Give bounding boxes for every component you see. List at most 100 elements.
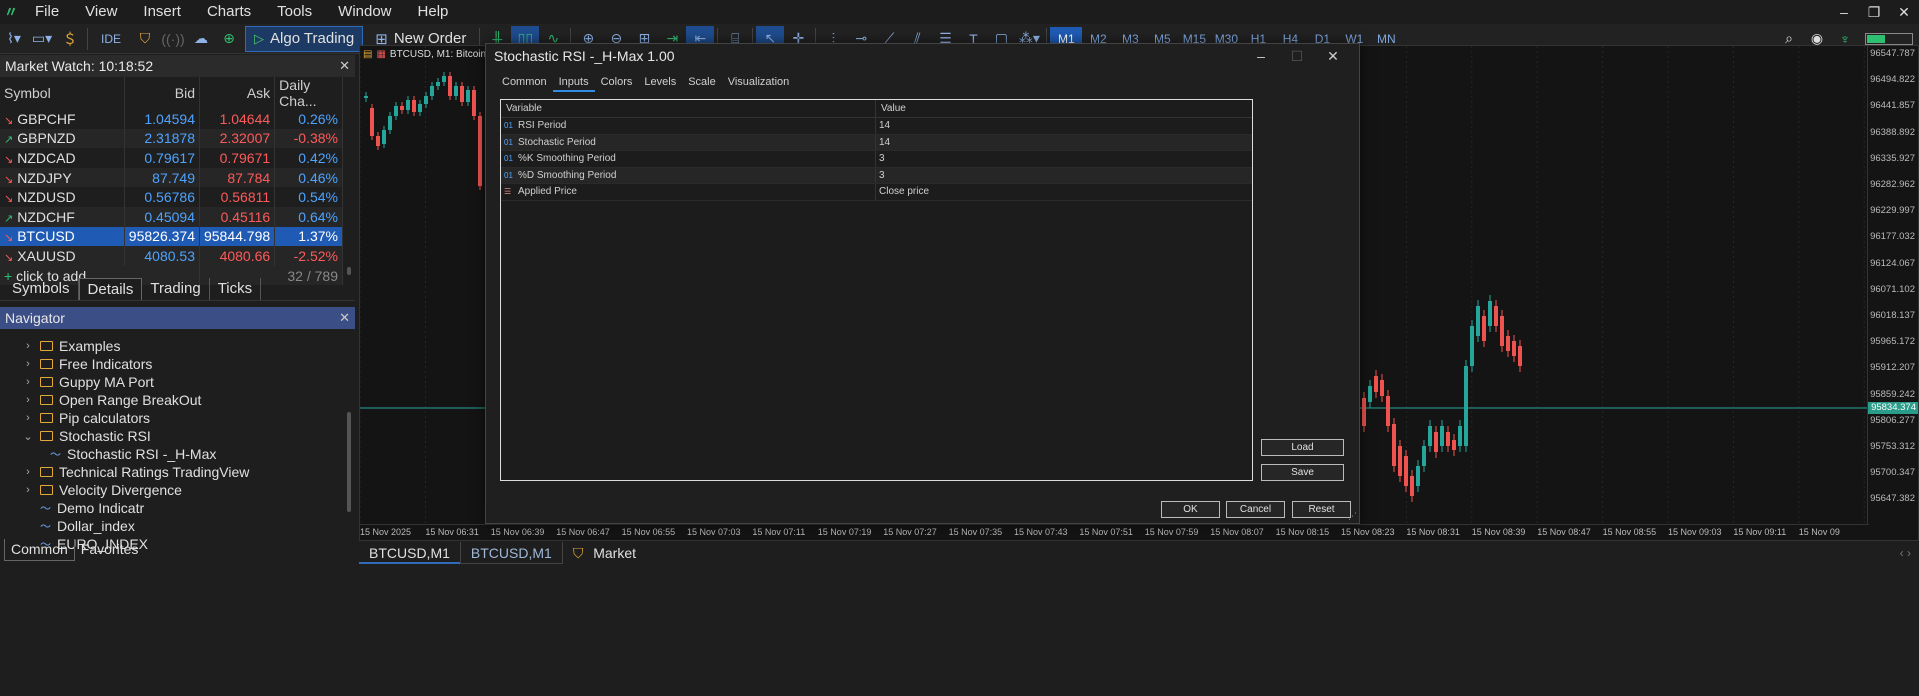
resize-grip-icon[interactable]: ⋰: [1348, 511, 1357, 522]
menu-charts[interactable]: Charts: [194, 0, 264, 24]
table-row[interactable]: ↘ NZDJPY 87.749 87.784 0.46%: [0, 167, 343, 188]
tab-details[interactable]: Details: [78, 278, 143, 300]
menu-view[interactable]: View: [72, 0, 130, 24]
chart-menu-icon[interactable]: ▤: [363, 49, 372, 60]
close-icon[interactable]: ✕: [1889, 0, 1919, 24]
menu-help[interactable]: Help: [405, 0, 462, 24]
navigator-item[interactable]: 〜 Dollar_index: [0, 517, 355, 535]
chart-tab-inactive[interactable]: BTCUSD,M1: [459, 542, 563, 564]
navigator-item[interactable]: 〜 Stochastic RSI -_H-Max: [0, 445, 355, 463]
close-icon[interactable]: ✕: [1315, 48, 1351, 65]
connection-status[interactable]: [1865, 32, 1913, 45]
chart-templates-icon[interactable]: ▭▾: [28, 26, 56, 52]
ok-button[interactable]: OK: [1161, 501, 1220, 518]
tab-trading[interactable]: Trading: [142, 278, 210, 300]
vps-icon[interactable]: ⊕: [215, 26, 243, 52]
time-tick-label: 15 Nov 09: [1798, 527, 1840, 537]
chevron-right-icon[interactable]: ›: [22, 358, 34, 370]
dialog-tab-common[interactable]: Common: [496, 74, 553, 92]
chevron-right-icon[interactable]: ›: [22, 340, 34, 352]
chevron-right-icon[interactable]: ›: [22, 394, 34, 406]
chevron-down-icon[interactable]: ⌄: [22, 430, 34, 443]
table-row[interactable]: ↘ GBPCHF 1.04594 1.04644 0.26%: [0, 109, 343, 129]
market-watch-scrollbar[interactable]: [347, 267, 351, 275]
time-tick-label: 15 Nov 09:11: [1733, 527, 1787, 537]
candle-body: [1506, 336, 1510, 351]
table-row[interactable]: ↘ NZDCAD 0.79617 0.79671 0.42%: [0, 148, 343, 168]
menu-file[interactable]: File: [22, 0, 72, 24]
price-axis[interactable]: 96547.787 96494.822 96441.857 96388.892 9633…: [1867, 46, 1918, 526]
tab-common[interactable]: Common: [4, 539, 75, 561]
param-value[interactable]: 14: [876, 135, 1252, 151]
chart-type-icon[interactable]: ⌇▾: [0, 26, 28, 52]
param-value[interactable]: 3: [876, 151, 1252, 167]
navigator-item[interactable]: › Free Indicators: [0, 355, 355, 373]
table-row[interactable]: ↗ NZDCHF 0.45094 0.45116 0.64%: [0, 206, 343, 227]
reset-button[interactable]: Reset: [1292, 501, 1351, 518]
ide-button[interactable]: IDE: [93, 26, 129, 52]
navigator-scrollbar[interactable]: [347, 412, 351, 512]
navigator-item[interactable]: › Guppy MA Port: [0, 373, 355, 391]
column-symbol[interactable]: Symbol: [0, 77, 125, 109]
param-row[interactable]: 01 %K Smoothing Period 3: [501, 151, 1252, 168]
chart-tab-active[interactable]: BTCUSD,M1: [359, 542, 460, 564]
navigator-item[interactable]: › Technical Ratings TradingView: [0, 463, 355, 481]
load-button[interactable]: Load: [1261, 439, 1344, 456]
menu-window[interactable]: Window: [325, 0, 404, 24]
dialog-tab-levels[interactable]: Levels: [638, 74, 682, 92]
tab-favorites[interactable]: Favorites: [75, 539, 145, 561]
market-tab[interactable]: ⛉ Market: [563, 542, 646, 564]
dialog-tab-colors[interactable]: Colors: [595, 74, 639, 92]
close-icon[interactable]: ✕: [339, 310, 350, 326]
table-row[interactable]: ↘ BTCUSD 95826.374 95844.798 1.37%: [0, 226, 343, 247]
navigator-item[interactable]: › Velocity Divergence: [0, 481, 355, 499]
scroll-tabs-icon[interactable]: ‹ ›: [1892, 542, 1919, 564]
param-row[interactable]: ☰ Applied Price Close price: [501, 184, 1252, 201]
table-row[interactable]: ↗ GBPNZD 2.31878 2.32007 -0.38%: [0, 128, 343, 149]
dialog-tab-visualization[interactable]: Visualization: [722, 74, 796, 92]
cancel-button[interactable]: Cancel: [1226, 501, 1285, 518]
param-row[interactable]: 01 RSI Period 14: [501, 118, 1252, 135]
chevron-right-icon[interactable]: ›: [22, 466, 34, 478]
market-watch-title: Market Watch: 10:18:52: [5, 58, 154, 74]
table-row[interactable]: ↘ XAUUSD 4080.53 4080.66 -2.52%: [0, 246, 343, 266]
time-axis[interactable]: 15 Nov 2025 15 Nov 06:31 15 Nov 06:39 15 No…: [360, 524, 1869, 540]
menu-tools[interactable]: Tools: [264, 0, 325, 24]
navigator-item[interactable]: › Examples: [0, 337, 355, 355]
shopping-bag-icon[interactable]: ⛉: [131, 26, 159, 52]
close-icon[interactable]: ✕: [339, 58, 350, 74]
arrow-up-icon: ↗: [4, 212, 14, 225]
param-value[interactable]: Close price: [876, 184, 1252, 200]
column-daily-change[interactable]: Daily Cha...: [274, 77, 343, 109]
param-row[interactable]: 01 Stochastic Period 14: [501, 134, 1252, 151]
navigator-item[interactable]: › Pip calculators: [0, 409, 355, 427]
save-button[interactable]: Save: [1261, 464, 1344, 481]
restore-icon[interactable]: ❐: [1859, 0, 1889, 24]
dialog-tab-scale[interactable]: Scale: [682, 74, 722, 92]
column-ask[interactable]: Ask: [199, 77, 276, 109]
navigator-item[interactable]: › Open Range BreakOut: [0, 391, 355, 409]
tab-symbols[interactable]: Symbols: [4, 278, 79, 300]
param-row[interactable]: 01 %D Smoothing Period 3: [501, 167, 1252, 184]
navigator-item-label: Free Indicators: [59, 356, 153, 372]
chevron-right-icon[interactable]: ›: [22, 412, 34, 424]
navigator-item[interactable]: 〜 Demo Indicatr: [0, 499, 355, 517]
table-row[interactable]: ↘ NZDUSD 0.56786 0.56811 0.54%: [0, 187, 343, 207]
cloud-icon[interactable]: ☁: [187, 26, 215, 52]
bid-cell: 2.31878: [124, 128, 200, 149]
param-value[interactable]: 14: [876, 118, 1252, 134]
dialog-tab-inputs[interactable]: Inputs: [552, 74, 595, 92]
chevron-right-icon[interactable]: ›: [22, 484, 34, 496]
minimize-icon[interactable]: –: [1243, 48, 1279, 65]
algo-trading-button[interactable]: ▷ Algo Trading: [245, 25, 364, 52]
tab-ticks[interactable]: Ticks: [210, 278, 262, 300]
signal-icon[interactable]: ((·)): [159, 26, 187, 52]
dollar-icon[interactable]: ＄: [56, 26, 84, 52]
minimize-icon[interactable]: –: [1829, 0, 1859, 24]
column-bid[interactable]: Bid: [124, 77, 200, 109]
navigator-item[interactable]: ⌄ Stochastic RSI: [0, 427, 355, 445]
chevron-right-icon[interactable]: ›: [22, 376, 34, 388]
param-value[interactable]: 3: [876, 168, 1252, 184]
arrow-down-icon: ↘: [4, 232, 14, 245]
menu-insert[interactable]: Insert: [130, 0, 194, 24]
